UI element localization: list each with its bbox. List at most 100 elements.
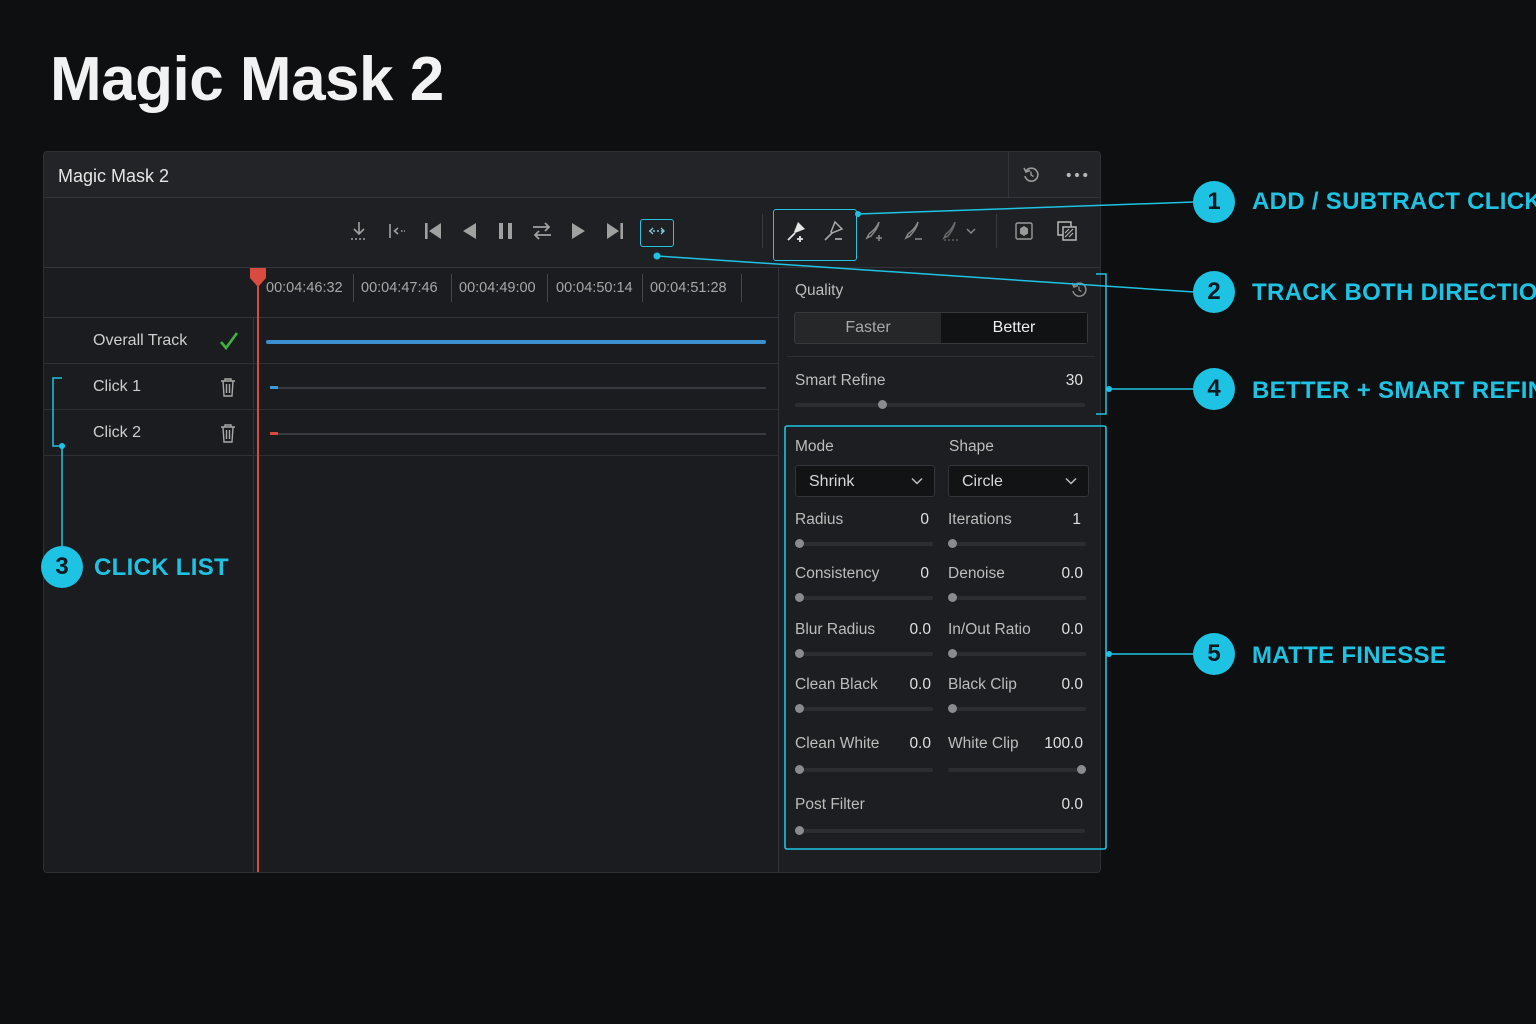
- pause-icon[interactable]: [493, 218, 519, 244]
- ruler-tick: [642, 274, 643, 302]
- param-label: Denoise: [948, 565, 1005, 582]
- go-to-mark-icon[interactable]: [384, 218, 410, 244]
- add-stroke-icon[interactable]: [861, 218, 887, 244]
- black-clip-slider[interactable]: [948, 704, 1086, 713]
- slider-knob[interactable]: [948, 704, 957, 713]
- param-value[interactable]: 0: [889, 565, 929, 583]
- skip-to-end-icon[interactable]: [602, 218, 628, 244]
- track-both-directions-icon[interactable]: [529, 218, 555, 244]
- param-value[interactable]: 0.0: [885, 621, 931, 639]
- track-row-click-1[interactable]: Click 1: [44, 364, 778, 410]
- slider-knob[interactable]: [795, 649, 804, 658]
- ruler-tick: [353, 274, 354, 302]
- clean-black-slider[interactable]: [795, 704, 933, 713]
- subtract-stroke-icon[interactable]: [900, 218, 926, 244]
- white-clip-slider[interactable]: [948, 765, 1086, 774]
- slider-knob[interactable]: [795, 539, 804, 548]
- quality-option-better[interactable]: Better: [941, 313, 1087, 343]
- param-value[interactable]: 0: [889, 511, 929, 529]
- skip-to-start-icon[interactable]: [420, 218, 446, 244]
- shape-dropdown[interactable]: Circle: [948, 465, 1089, 497]
- quality-reset-icon[interactable]: [1069, 280, 1091, 302]
- slider-knob[interactable]: [795, 826, 804, 835]
- param-value[interactable]: 1: [1037, 511, 1081, 529]
- param-value[interactable]: 100.0: [1029, 735, 1083, 753]
- check-icon: [218, 330, 239, 352]
- click-1-marker: [270, 386, 278, 389]
- param-value[interactable]: 0.0: [1037, 676, 1083, 694]
- slider-knob[interactable]: [795, 593, 804, 602]
- trash-icon[interactable]: [218, 376, 238, 398]
- param-label: Clean Black: [795, 676, 878, 693]
- callout-1-number: 1: [1193, 181, 1235, 223]
- matte-view-icon[interactable]: [1054, 218, 1080, 244]
- ruler-tick: [547, 274, 548, 302]
- mode-dropdown[interactable]: Shrink: [795, 465, 935, 497]
- param-value[interactable]: 0.0: [885, 735, 931, 753]
- track-label: Overall Track: [93, 332, 188, 349]
- in-out-ratio-slider[interactable]: [948, 649, 1086, 658]
- post-filter-slider[interactable]: [795, 826, 1085, 835]
- timecode-label: 00:04:46:32: [266, 280, 343, 296]
- slider-knob[interactable]: [795, 704, 804, 713]
- param-value[interactable]: 0.0: [1037, 565, 1083, 583]
- callout-4-number: 4: [1193, 368, 1235, 410]
- mask-overlay-icon[interactable]: [1011, 218, 1037, 244]
- callout-1-text: ADD / SUBTRACT CLICKS: [1252, 188, 1536, 215]
- add-click-icon[interactable]: [783, 218, 809, 244]
- header-divider: [1008, 152, 1009, 198]
- more-options-icon[interactable]: [1066, 164, 1088, 186]
- slider-knob[interactable]: [948, 539, 957, 548]
- track-range-icon[interactable]: [644, 218, 670, 244]
- tracking-toolbar: [44, 198, 1100, 268]
- callout-2-text: TRACK BOTH DIRECTIONS: [1252, 279, 1536, 306]
- timecode-label: 00:04:49:00: [459, 280, 536, 296]
- panel-title: Magic Mask 2: [58, 166, 170, 186]
- track-backward-icon[interactable]: [456, 218, 482, 244]
- timecode-ruler[interactable]: 00:04:46:32 00:04:47:46 00:04:49:00 00:0…: [44, 268, 778, 318]
- ruler-tick: [741, 274, 742, 302]
- post-filter-value[interactable]: 0.0: [1029, 796, 1083, 814]
- playhead-handle[interactable]: [248, 268, 268, 288]
- track-row-click-2[interactable]: Click 2: [44, 410, 778, 456]
- consistency-slider[interactable]: [795, 593, 933, 602]
- param-label: In/Out Ratio: [948, 621, 1031, 638]
- slider-knob[interactable]: [878, 400, 887, 409]
- slider-knob[interactable]: [948, 649, 957, 658]
- iterations-slider[interactable]: [948, 539, 1086, 548]
- track-row-overall[interactable]: Overall Track: [44, 318, 778, 364]
- panel-header: Magic Mask 2: [44, 152, 1100, 198]
- smart-refine-value[interactable]: 30: [1029, 372, 1083, 390]
- slider-knob[interactable]: [1077, 765, 1086, 774]
- callout-5-dot: [1106, 651, 1112, 657]
- slider-knob[interactable]: [795, 765, 804, 774]
- callout-2-number: 2: [1193, 271, 1235, 313]
- param-value[interactable]: 0.0: [1037, 621, 1083, 639]
- shape-selected: Circle: [962, 473, 1003, 490]
- mode-selected: Shrink: [809, 473, 855, 490]
- denoise-slider[interactable]: [948, 593, 1086, 602]
- timecode-label: 00:04:50:14: [556, 280, 633, 296]
- track-label: Click 1: [93, 378, 142, 395]
- subtract-click-icon[interactable]: [820, 218, 846, 244]
- param-label: Blur Radius: [795, 621, 876, 638]
- slider-knob[interactable]: [948, 593, 957, 602]
- smart-refine-slider[interactable]: [795, 400, 1085, 409]
- reset-icon[interactable]: [1020, 164, 1042, 186]
- param-label: Consistency: [795, 565, 880, 582]
- track-in-icon[interactable]: [346, 218, 372, 244]
- section-divider: [787, 356, 1095, 357]
- track-forward-icon[interactable]: [566, 218, 592, 244]
- page-title: Magic Mask 2: [50, 45, 444, 114]
- track-label: Click 2: [93, 424, 142, 441]
- mode-label: Mode: [795, 438, 834, 455]
- param-label: Iterations: [948, 511, 1012, 528]
- playhead[interactable]: [257, 270, 259, 872]
- clean-white-slider[interactable]: [795, 765, 933, 774]
- trash-icon[interactable]: [218, 422, 238, 444]
- param-value[interactable]: 0.0: [885, 676, 931, 694]
- blur-radius-slider[interactable]: [795, 649, 933, 658]
- quality-option-faster[interactable]: Faster: [795, 313, 941, 343]
- radius-slider[interactable]: [795, 539, 933, 548]
- brush-dropdown-icon[interactable]: [938, 218, 982, 244]
